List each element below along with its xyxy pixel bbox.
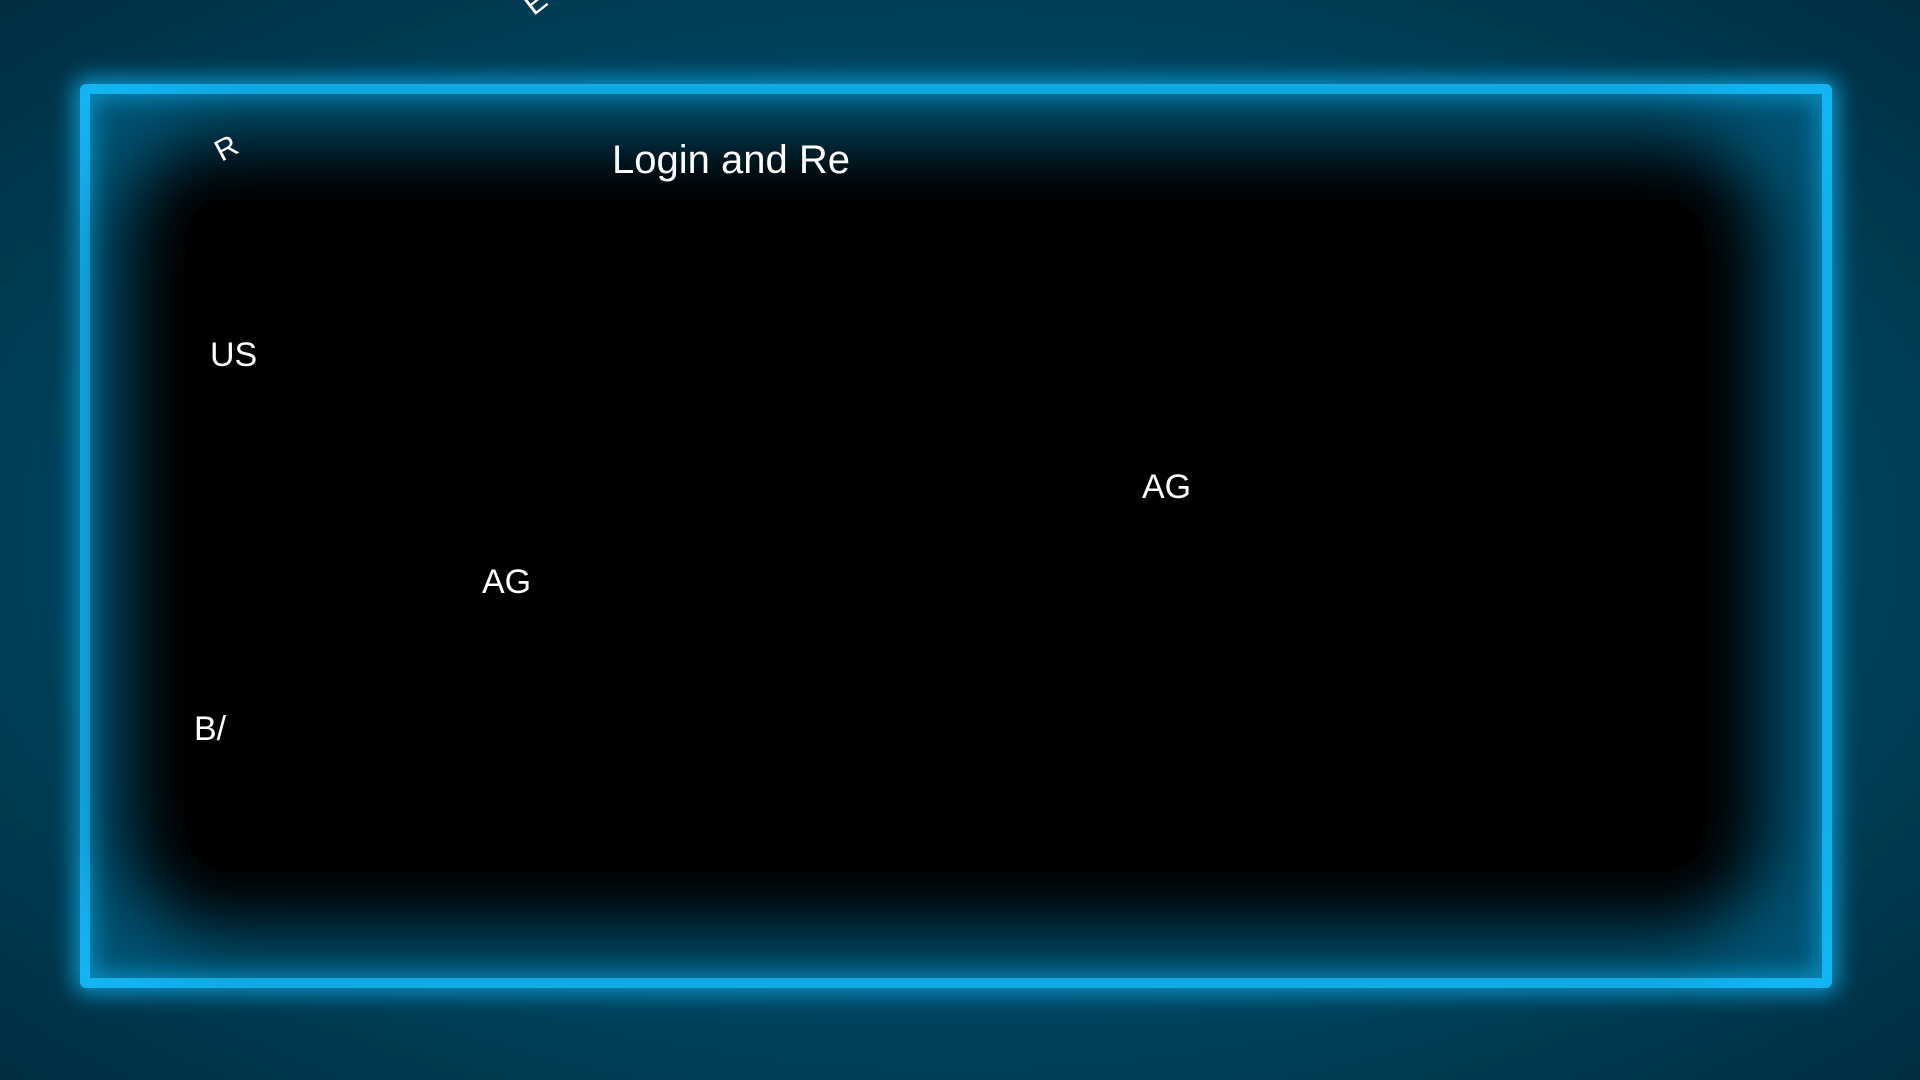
- ag-label-right: AG: [1142, 468, 1192, 506]
- us-label: US: [210, 336, 258, 374]
- b-label: B/: [194, 710, 227, 748]
- dark-panel: [185, 200, 1705, 870]
- page-title: Login and Re: [612, 138, 850, 182]
- ag-label-left: AG: [482, 563, 532, 601]
